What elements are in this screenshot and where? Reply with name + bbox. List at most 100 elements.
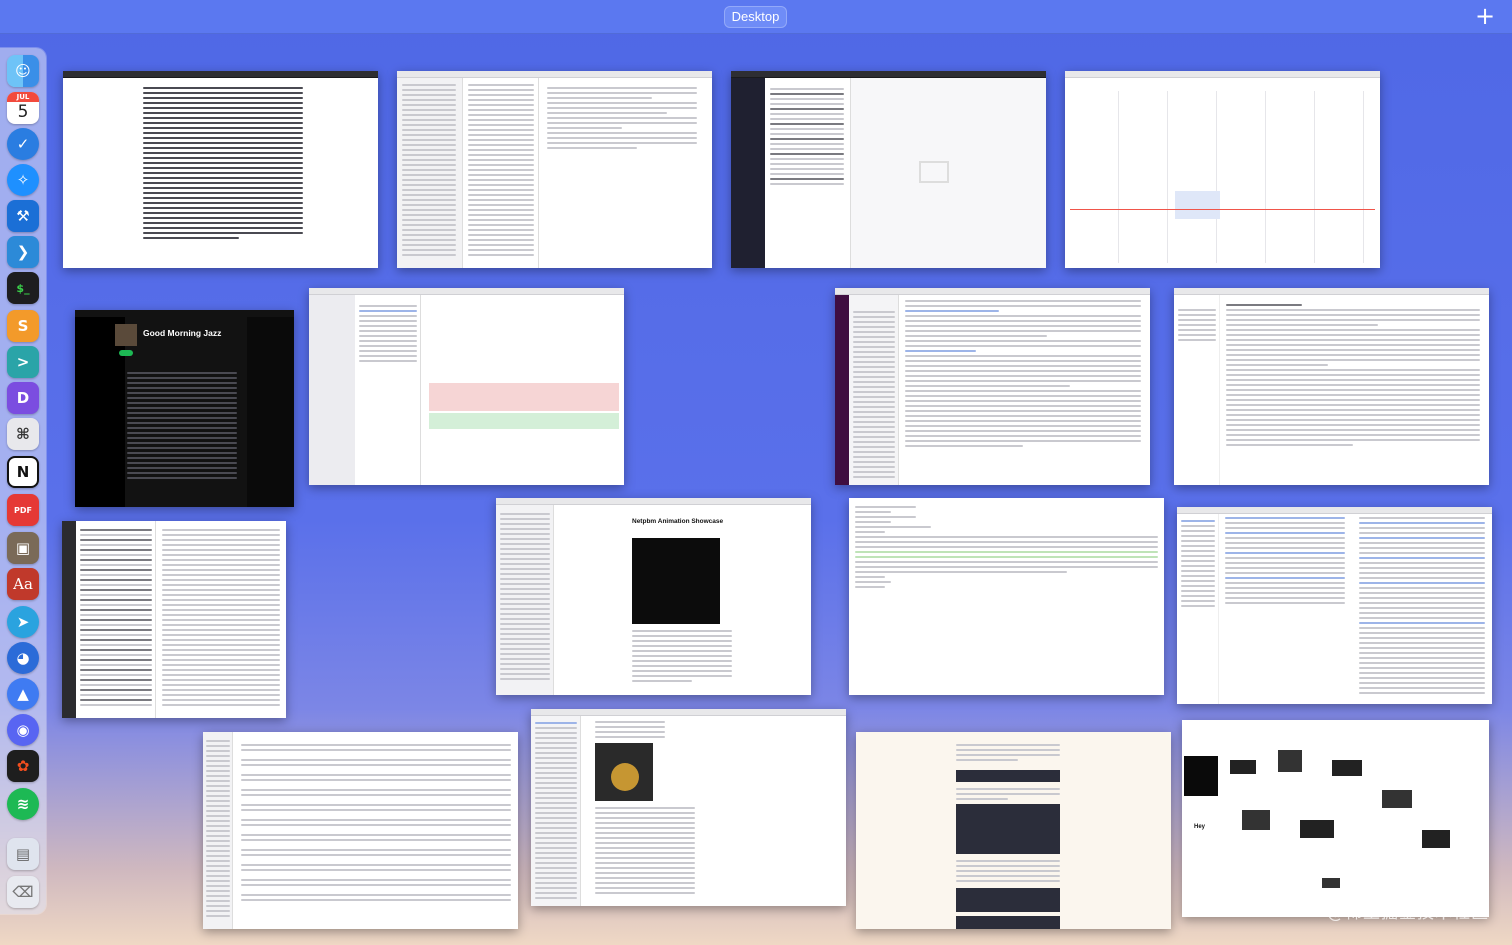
canvas-card-6: [1382, 790, 1412, 808]
git-sidebar: [309, 295, 355, 485]
xcode-hammer-icon[interactable]: ⚒: [7, 200, 39, 232]
timeline-list: [531, 716, 581, 906]
diff-removed-block: [429, 383, 619, 411]
archive-box-icon[interactable]: ▣: [7, 532, 39, 564]
tweet-replies: [595, 807, 695, 897]
project-tree: [1177, 514, 1219, 704]
article-text: [956, 744, 1060, 764]
notion-icon[interactable]: N: [7, 456, 39, 488]
code-editor-window[interactable]: [1177, 507, 1492, 704]
sublime-text-icon[interactable]: S: [7, 310, 39, 342]
album-art: [115, 324, 137, 346]
tweetbot-bird-icon[interactable]: ◕: [7, 642, 39, 674]
todo-list: [241, 744, 511, 909]
pdf-expert-icon[interactable]: PDF: [7, 494, 39, 526]
window-titlebar: [397, 71, 712, 78]
window-titlebar: [731, 71, 1046, 78]
telegram-window[interactable]: [62, 521, 286, 718]
trash-icon[interactable]: ⌫: [7, 876, 39, 908]
twitter-client-window[interactable]: [531, 709, 846, 906]
tweet-text: [595, 721, 665, 741]
document-reader-window[interactable]: [63, 71, 378, 268]
window-titlebar: [835, 288, 1150, 295]
discord-icon[interactable]: ◉: [7, 714, 39, 746]
todo-app-window[interactable]: [203, 732, 518, 929]
rss-reader-window[interactable]: Netpbm Animation Showcase: [496, 498, 811, 695]
mail-window[interactable]: [731, 71, 1046, 268]
mission-control-bar: Desktop +: [0, 0, 1512, 34]
telegram-folder-bar: [62, 521, 76, 718]
calendar-month: JUL: [7, 92, 39, 102]
calendar-event-block: [1175, 191, 1220, 219]
workspace-bar: [835, 295, 849, 485]
git-client-window[interactable]: [309, 288, 624, 485]
telegram-icon[interactable]: ➤: [7, 606, 39, 638]
dash-icon[interactable]: D: [7, 382, 39, 414]
spotify-window[interactable]: Good Morning Jazz: [75, 310, 294, 507]
diff-added-block: [429, 413, 619, 429]
telegram-messages: [162, 529, 280, 709]
commit-list: [355, 295, 421, 485]
window-titlebar: [63, 71, 378, 78]
blog-reader-window[interactable]: [856, 732, 1171, 929]
canvas-card-3: [1332, 760, 1362, 776]
window-titlebar: [496, 498, 811, 505]
window-titlebar: [1065, 71, 1380, 78]
calendar-week-grid: [1070, 91, 1375, 263]
terminal-icon[interactable]: $_: [7, 272, 39, 304]
telegram-chat-list: [76, 521, 156, 718]
navigation-arrow-icon[interactable]: ▲: [7, 678, 39, 710]
watermark-text: @稀土掘金技术社区: [1327, 903, 1489, 923]
add-space-button[interactable]: +: [1472, 4, 1498, 30]
canvas-dark-block: [1184, 756, 1218, 796]
spotify-icon[interactable]: ≋: [7, 788, 39, 820]
article-text-3: [956, 860, 1060, 885]
file-browser-window[interactable]: [397, 71, 712, 268]
safari-compass-icon[interactable]: ✧: [7, 164, 39, 196]
canvas-text-hey: Hey: [1194, 824, 1206, 830]
tasks-check-icon[interactable]: ✓: [7, 128, 39, 160]
code-block-4: [956, 916, 1060, 929]
window-titlebar: [1177, 507, 1492, 514]
canvas-card-1: [1230, 760, 1256, 774]
file-column-1: [397, 78, 463, 268]
keyboard-shortcuts-icon[interactable]: ⌘: [7, 418, 39, 450]
calendar-icon[interactable]: JUL 5: [7, 92, 39, 124]
vscode-icon[interactable]: ❯: [7, 236, 39, 268]
calendar-window[interactable]: [1065, 71, 1380, 268]
docs-window[interactable]: [1174, 288, 1489, 485]
article-image: [632, 538, 720, 624]
article-title: Netpbm Animation Showcase: [632, 518, 724, 525]
playlist-title: Good Morning Jazz: [143, 328, 222, 338]
editor-pane-right: [1359, 517, 1485, 697]
article-text-2: [956, 788, 1060, 803]
downloads-folder-icon[interactable]: ▤: [7, 838, 39, 870]
canvas-card-4: [1242, 810, 1270, 830]
current-time-line: [1070, 209, 1375, 210]
play-button[interactable]: [119, 350, 133, 356]
tweet-image-medal: [595, 743, 653, 801]
figma-icon[interactable]: ✿: [7, 750, 39, 782]
canvas-card-8: [1322, 878, 1340, 888]
desktop-space-button[interactable]: Desktop: [724, 6, 787, 28]
docs-content: [1226, 304, 1480, 449]
dictionary-icon[interactable]: Aa: [7, 568, 39, 600]
whiteboard-window[interactable]: Hey: [1182, 720, 1489, 917]
article-body: [632, 630, 732, 685]
code-block-2: [956, 804, 1060, 854]
canvas-card-7: [1422, 830, 1450, 848]
canvas-card-2: [1278, 750, 1302, 772]
channel-list: [849, 295, 899, 485]
window-titlebar: [531, 709, 846, 716]
prompt-icon[interactable]: >: [7, 346, 39, 378]
finder-icon[interactable]: ☺: [7, 55, 39, 87]
message-feed: [905, 300, 1141, 450]
code-block-1: [956, 770, 1060, 782]
calendar-day: 5: [17, 102, 29, 122]
friend-activity-panel: [247, 317, 294, 507]
slack-window[interactable]: [835, 288, 1150, 485]
feed-list: [496, 505, 554, 695]
track-list: [127, 372, 237, 482]
dock: ☺ JUL 5 ✓ ✧ ⚒ ❯ $_ S > D ⌘ N PDF ▣ Aa ➤ …: [0, 48, 46, 914]
terminal-log-window[interactable]: [849, 498, 1164, 695]
